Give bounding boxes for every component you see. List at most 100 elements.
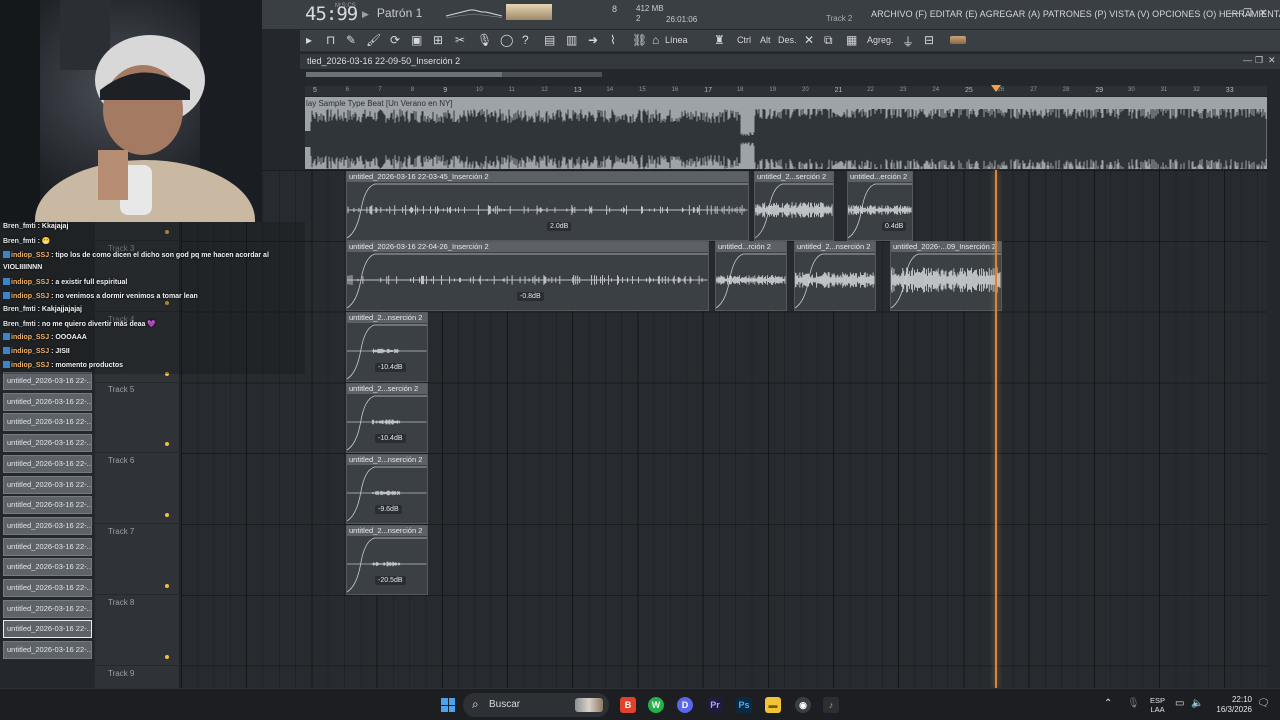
premiere-icon[interactable]: Pr bbox=[707, 697, 723, 713]
clip-list-item[interactable]: untitled_2026-03-16 22-... bbox=[3, 413, 92, 432]
windows-start-icon[interactable] bbox=[441, 698, 455, 712]
track-header-6[interactable]: Track 6 bbox=[95, 453, 180, 525]
file-explorer-icon[interactable]: ▬ bbox=[765, 697, 781, 713]
audio-clip[interactable]: untitled...rción 2 bbox=[715, 241, 787, 312]
alt-label[interactable]: Alt bbox=[760, 35, 771, 45]
clip-list-item[interactable]: untitled_2026-03-16 22-... bbox=[3, 392, 92, 411]
clip-list-item[interactable]: untitled_2026-03-16 22-... bbox=[3, 537, 92, 556]
main-menu[interactable]: ARCHIVO (F) EDITAR (E) AGREGAR (A) PATRO… bbox=[871, 9, 1280, 19]
playlist-grid[interactable]: untitled_2026-03-16 22-03-45_Inserción 2… bbox=[181, 170, 1267, 688]
clip-title[interactable]: untitled_2...nserción 2 bbox=[795, 242, 875, 253]
mic-tray-icon[interactable]: 🎙 bbox=[1127, 698, 1140, 709]
notification-icon[interactable]: 🗨 bbox=[1257, 698, 1270, 709]
clip-title[interactable]: untitled...erción 2 bbox=[848, 171, 912, 182]
audio-clip[interactable]: untitled_2...serción 2 -10.4dB bbox=[346, 382, 428, 453]
clip-list-item[interactable]: untitled_2026-03-16 22-... bbox=[3, 434, 92, 453]
clip-list-item[interactable]: untitled_2026-03-16 22-... bbox=[3, 641, 92, 660]
arrow-right-icon[interactable]: ➜ bbox=[588, 33, 598, 47]
plugin-icon[interactable]: ⌇ bbox=[610, 33, 616, 47]
playhead-marker[interactable] bbox=[991, 85, 1001, 92]
track-activity-dot[interactable] bbox=[165, 584, 169, 588]
des-label[interactable]: Des. bbox=[778, 35, 797, 45]
mic-icon[interactable]: 🎙 bbox=[477, 33, 492, 47]
stamp-icon[interactable]: ♜ bbox=[714, 33, 725, 47]
playlist-close-icon[interactable]: ✕ bbox=[1268, 55, 1276, 66]
audio-clip[interactable]: untitled_2...nserción 2 bbox=[794, 241, 876, 312]
audio-clip[interactable]: untitled_2026-03-16 22-04-26_Inserción 2… bbox=[346, 241, 709, 312]
track-activity-dot[interactable] bbox=[165, 513, 169, 518]
photoshop-icon[interactable]: Ps bbox=[736, 697, 752, 713]
copy-icon[interactable]: ⧉ bbox=[824, 33, 833, 48]
link-icon[interactable]: ⛓ bbox=[632, 33, 647, 47]
playlist-minimize-icon[interactable]: — bbox=[1243, 55, 1252, 65]
clip-title[interactable]: untitled_2...nserción 2 bbox=[347, 313, 427, 324]
volume-icon[interactable]: 🔈 bbox=[1191, 698, 1203, 709]
slice-icon[interactable]: ⊞ bbox=[433, 33, 443, 47]
browser-icon[interactable]: ▤ bbox=[544, 33, 555, 47]
paint-tool-icon[interactable]: 🖌 bbox=[366, 33, 381, 47]
clip-title[interactable]: untitled_2026-03-16 22-04-26_Inserción 2 bbox=[347, 242, 708, 253]
audio-clip[interactable]: untitled_2...nserción 2 -20.5dB bbox=[346, 524, 428, 595]
track-activity-dot[interactable] bbox=[165, 442, 169, 447]
clip-title[interactable]: untitled_2...nserción 2 bbox=[347, 454, 427, 465]
clip-list-item[interactable]: untitled_2026-03-16 22-... bbox=[3, 558, 92, 577]
brave-icon[interactable]: B bbox=[620, 697, 636, 713]
track-header-7[interactable]: Track 7 bbox=[95, 524, 180, 595]
insert-icon[interactable]: ⏚ bbox=[902, 33, 914, 50]
clip-list-item[interactable]: untitled_2026-03-16 22-... bbox=[3, 496, 92, 515]
add-label[interactable]: Agreg. bbox=[867, 35, 894, 45]
lock-icon[interactable]: ⌂ bbox=[652, 33, 659, 47]
audio-clip[interactable]: untitled_2...serción 2 bbox=[754, 170, 834, 241]
piano-icon[interactable]: ▥ bbox=[566, 33, 577, 47]
save-icon[interactable]: ▣ bbox=[411, 33, 422, 47]
minimize-icon[interactable]: — bbox=[1229, 8, 1239, 19]
audio-clip[interactable]: untitled_2026-...09_Inserción 2 bbox=[890, 241, 1002, 312]
clip-list-item[interactable]: untitled_2026-03-16 22-... bbox=[3, 599, 92, 618]
scroll-thumb[interactable] bbox=[306, 72, 502, 77]
cut-icon[interactable]: ✂ bbox=[455, 33, 465, 47]
clip-list-item[interactable]: untitled_2026-03-16 22-... bbox=[3, 620, 92, 639]
clip-list-item[interactable]: untitled_2026-03-16 22-... bbox=[3, 579, 92, 597]
snap-line-label[interactable]: Línea bbox=[665, 35, 688, 45]
clip-title[interactable]: untitled_2026-...09_Inserción 2 bbox=[891, 242, 1001, 253]
network-icon[interactable]: ▭ bbox=[1175, 698, 1184, 709]
system-clock[interactable]: 22:10 16/3/2026 bbox=[1212, 695, 1252, 715]
clip-title[interactable]: untitled...rción 2 bbox=[716, 242, 786, 253]
track-header-5[interactable]: Track 5 bbox=[95, 382, 180, 454]
whatsapp-icon[interactable]: W bbox=[648, 697, 664, 713]
help-icon[interactable]: ? bbox=[522, 33, 529, 47]
audio-clip[interactable]: untitled_2026-03-16 22-03-45_Inserción 2… bbox=[346, 170, 749, 241]
close-icon[interactable]: ✕ bbox=[1259, 8, 1267, 19]
master-audio-clip[interactable]: lay Sample Type Beat [Un Verano en NY] bbox=[305, 97, 1267, 169]
clip-title[interactable]: untitled_2026-03-16 22-03-45_Inserción 2 bbox=[347, 171, 748, 182]
restore-icon[interactable]: ❐ bbox=[1243, 8, 1252, 19]
paste-icon[interactable]: ▦ bbox=[846, 33, 857, 47]
clip-title[interactable]: untitled_2...serción 2 bbox=[347, 383, 427, 394]
pattern-selector[interactable]: ▶ Patrón 1 bbox=[362, 6, 422, 20]
audio-clip[interactable]: untitled...erción 2 0.4dB bbox=[847, 170, 913, 241]
audio-clip[interactable]: untitled_2...nserción 2 -10.4dB bbox=[346, 312, 428, 383]
draw-tool-icon[interactable]: ✎ bbox=[346, 33, 356, 47]
clip-list-item[interactable]: untitled_2026-03-16 22-... bbox=[3, 475, 92, 494]
horizontal-scrollbar[interactable] bbox=[306, 72, 602, 77]
fl-studio-icon[interactable]: ♪ bbox=[823, 697, 839, 713]
playhead[interactable] bbox=[995, 170, 997, 688]
loop-icon[interactable]: ⟳ bbox=[390, 33, 400, 47]
chrome-icon[interactable]: ◉ bbox=[795, 697, 811, 713]
clip-title[interactable]: untitled_2...nserción 2 bbox=[347, 525, 427, 536]
tray-overflow-icon[interactable]: ⌃ bbox=[1104, 698, 1112, 709]
audio-clip[interactable]: untitled_2...nserción 2 -9.6dB bbox=[346, 453, 428, 524]
delete-icon[interactable]: ✕ bbox=[804, 33, 814, 47]
clip-list-item[interactable]: untitled_2026-03-16 22-... bbox=[3, 372, 92, 390]
clip-title[interactable]: untitled_2...serción 2 bbox=[755, 171, 833, 182]
taskbar-search[interactable]: ⌕ Buscar bbox=[463, 693, 609, 717]
magnet-icon[interactable]: ⊓ bbox=[326, 33, 335, 47]
timeline-ruler[interactable]: 5 6 7 8 9 10 11 12 13 14 15 16 17 18 19 20 21 22 23 24 25 26 2… bbox=[305, 86, 1267, 96]
track-activity-dot[interactable] bbox=[165, 654, 169, 659]
menu-arrow-icon[interactable]: ▸ bbox=[306, 33, 312, 47]
playlist-restore-icon[interactable]: ❐ bbox=[1255, 55, 1263, 66]
ctrl-label[interactable]: Ctrl bbox=[737, 35, 751, 45]
color-swatch[interactable] bbox=[950, 36, 966, 44]
discord-icon[interactable]: D bbox=[677, 697, 693, 713]
chat-icon[interactable]: ◯ bbox=[500, 33, 513, 47]
